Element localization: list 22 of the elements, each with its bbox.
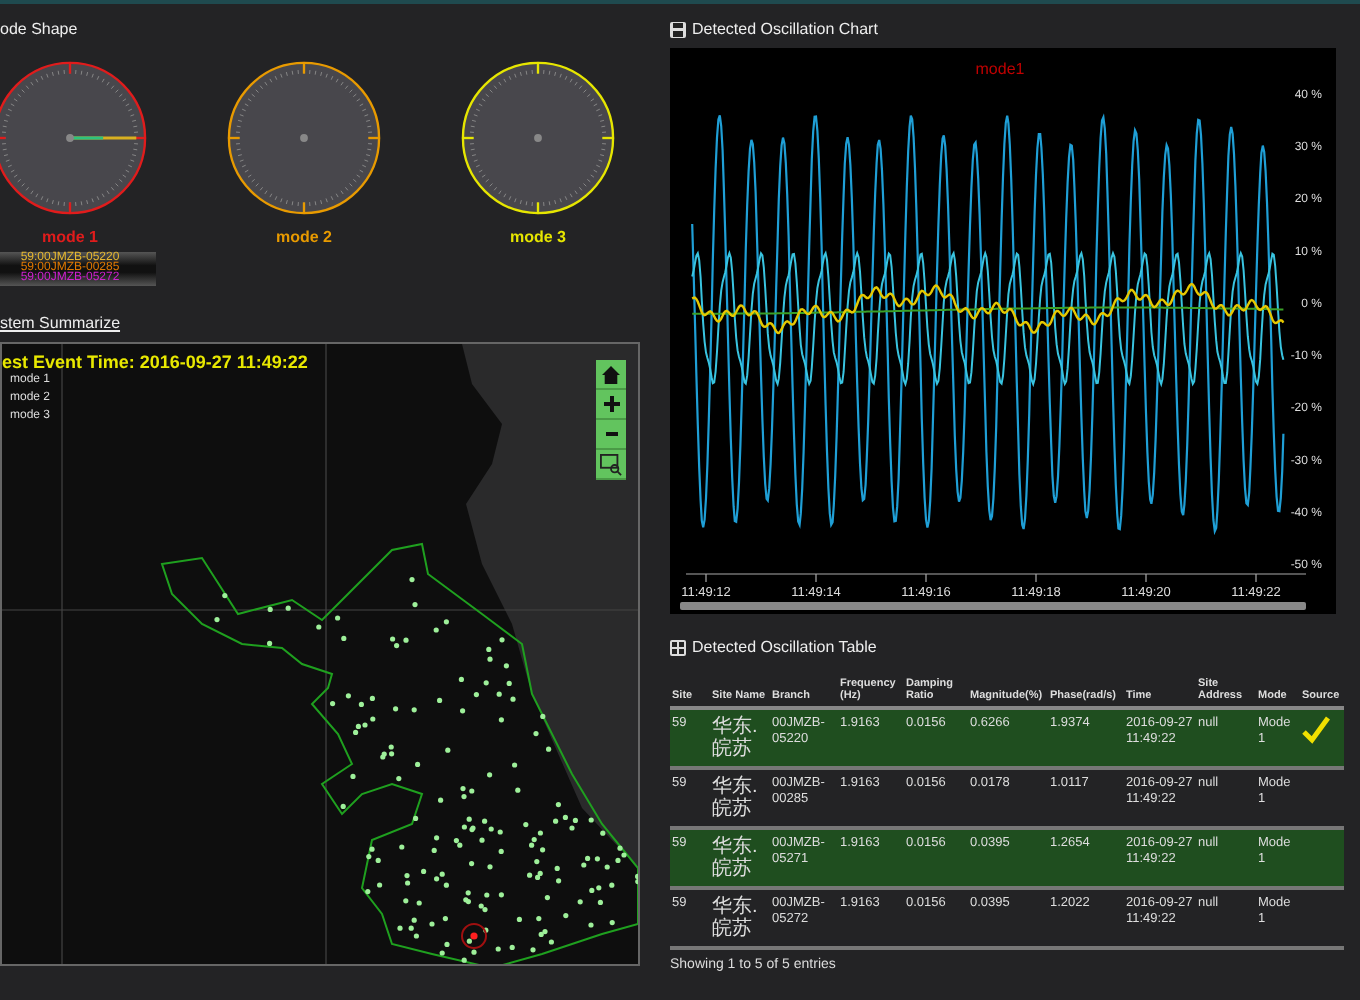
section-title: ode Shape (0, 18, 80, 42)
table-cell: 华东.皖苏 (710, 830, 770, 890)
section-title: stem Summarize (0, 312, 123, 336)
table-icon (670, 640, 686, 656)
table-cell: 华东.皖苏 (710, 890, 770, 950)
section-title: Detected Oscillation Chart (692, 18, 878, 42)
series-label: mode1 (975, 60, 1025, 78)
event-time: est Event Time: 2016-09-27 11:49:22 (2, 352, 308, 372)
section-title: Detected Oscillation Table (692, 636, 877, 660)
scrollbar[interactable] (680, 602, 1306, 610)
home-icon (602, 365, 620, 383)
zoom-box-button[interactable] (596, 450, 626, 480)
plus-icon (603, 396, 619, 412)
zoom-in-button[interactable] (596, 390, 626, 420)
magnifier-box-icon (600, 453, 622, 475)
gauge-label: mode 2 (275, 228, 332, 246)
table-cell: 华东.皖苏 (710, 710, 770, 770)
minus-icon (605, 432, 617, 436)
gauge-label: mode 1 (41, 228, 98, 246)
home-button[interactable] (596, 360, 626, 390)
checkmark-icon (1302, 716, 1330, 744)
gauge-label: mode 3 (509, 228, 566, 246)
